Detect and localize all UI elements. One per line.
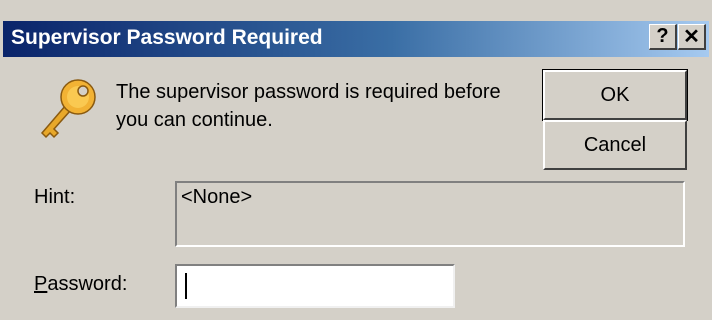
- key-icon: [40, 79, 96, 139]
- hint-value: <None>: [181, 186, 253, 208]
- ok-button[interactable]: OK: [542, 69, 688, 121]
- close-icon: ✕: [683, 26, 700, 48]
- prompt-message: The supervisor password is required befo…: [116, 81, 501, 131]
- hint-label: Hint:: [34, 186, 76, 208]
- cancel-button-label: Cancel: [583, 133, 647, 156]
- password-label-accelerator: P: [34, 273, 48, 295]
- text-caret: [185, 273, 187, 299]
- window-title: Supervisor Password Required: [11, 26, 323, 49]
- password-label-text: assword:: [47, 273, 128, 295]
- hint-field: <None>: [175, 181, 685, 247]
- password-label: Password:: [34, 273, 127, 296]
- help-button[interactable]: ?: [649, 24, 677, 50]
- help-icon: ?: [656, 25, 669, 47]
- cancel-button[interactable]: Cancel: [543, 120, 687, 170]
- close-button[interactable]: ✕: [678, 24, 706, 50]
- title-bar[interactable]: Supervisor Password Required ? ✕: [3, 21, 709, 57]
- supervisor-password-dialog: Supervisor Password Required ? ✕ The sup…: [0, 0, 712, 320]
- ok-button-label: OK: [600, 83, 630, 106]
- password-input[interactable]: [175, 264, 455, 308]
